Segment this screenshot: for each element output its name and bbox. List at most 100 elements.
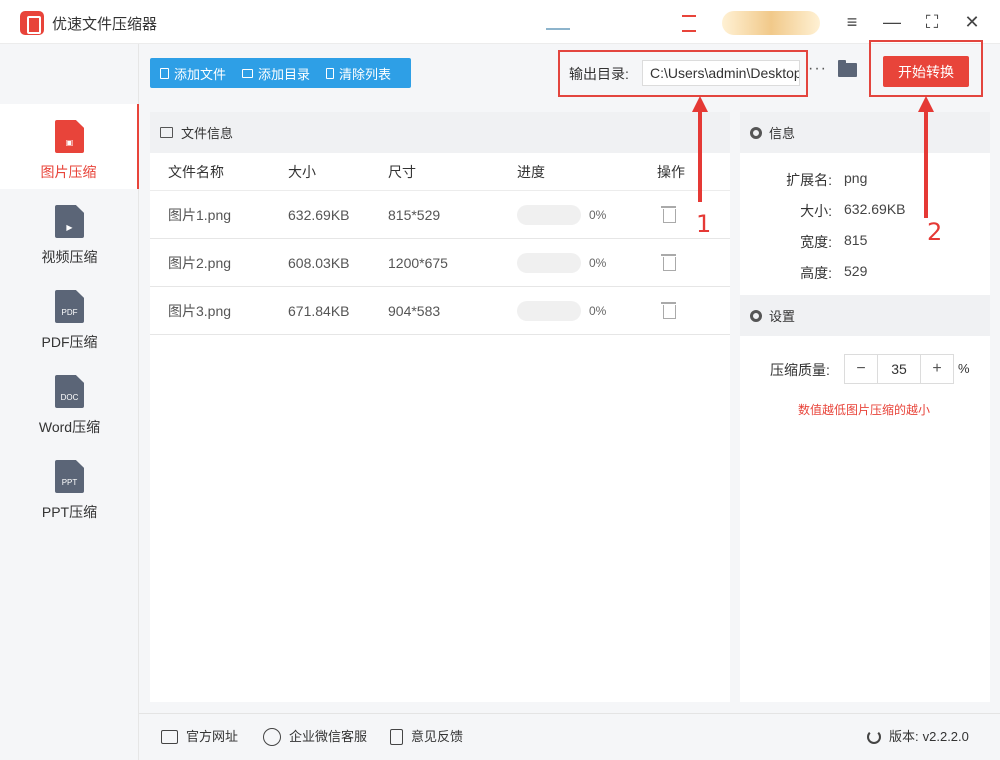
file-size: 632.69KB bbox=[288, 207, 350, 223]
delete-icon[interactable] bbox=[661, 302, 676, 319]
progress-percent: 0% bbox=[589, 304, 607, 318]
sidebar-item-label: 图片压缩 bbox=[40, 164, 97, 180]
file-size: 608.03KB bbox=[288, 255, 350, 271]
vip-banner[interactable] bbox=[722, 11, 820, 35]
decoration-line bbox=[546, 28, 570, 30]
column-header: 大小 bbox=[288, 164, 316, 180]
maximize-icon[interactable]: ⛶ bbox=[920, 10, 944, 34]
sidebar-item-word[interactable]: DOC Word压缩 bbox=[0, 359, 139, 444]
start-button-highlight: 开始转换 bbox=[869, 40, 983, 97]
refresh-icon bbox=[867, 730, 881, 744]
website-label: 官方网址 bbox=[186, 729, 239, 744]
quality-input[interactable]: 35 bbox=[877, 355, 921, 383]
folder-outline-icon bbox=[242, 68, 254, 78]
clear-list-button[interactable]: 清除列表 bbox=[326, 64, 391, 83]
app-logo-icon bbox=[20, 11, 44, 35]
gear-icon bbox=[750, 126, 762, 139]
feedback-link[interactable]: 意见反馈 bbox=[390, 714, 463, 760]
delete-icon[interactable] bbox=[661, 206, 676, 223]
output-directory-label: 输出目录: bbox=[569, 66, 629, 82]
output-directory-field[interactable]: C:\Users\admin\Desktop bbox=[642, 60, 800, 86]
sidebar-item-ppt[interactable]: PPT PPT压缩 bbox=[0, 444, 139, 529]
file-size: 671.84KB bbox=[288, 303, 350, 319]
sidebar: ▣ 图片压缩 ▶ 视频压缩 PDF PDF压缩 DOC Word压缩 PPT P… bbox=[0, 44, 139, 760]
settings-header: 设置 bbox=[740, 295, 990, 336]
progress-percent: 0% bbox=[589, 256, 607, 270]
progress-bar bbox=[517, 253, 581, 273]
info-value: png bbox=[844, 170, 868, 186]
add-file-button[interactable]: 添加文件 bbox=[160, 64, 226, 83]
version-label: 版本: bbox=[889, 729, 919, 744]
file-icon bbox=[160, 67, 169, 79]
table-row[interactable]: 图片3.png 671.84KB 904*583 0% bbox=[150, 287, 730, 335]
info-value: 529 bbox=[844, 263, 868, 279]
add-folder-label: 添加目录 bbox=[258, 66, 311, 82]
info-key: 宽度: bbox=[800, 234, 832, 250]
gear-icon bbox=[750, 309, 762, 322]
start-convert-button[interactable]: 开始转换 bbox=[883, 56, 969, 87]
folder-icon[interactable] bbox=[838, 60, 857, 77]
info-panel-title: 信息 bbox=[769, 126, 796, 141]
delete-icon[interactable] bbox=[661, 254, 676, 271]
decrement-button[interactable]: − bbox=[845, 355, 877, 383]
info-key: 大小: bbox=[800, 203, 832, 219]
clear-list-label: 清除列表 bbox=[339, 66, 392, 82]
file-name: 图片1.png bbox=[168, 207, 232, 223]
file-dimensions: 815*529 bbox=[388, 207, 441, 223]
footer: 官方网址 企业微信客服 意见反馈 版本: v2.2.2.0 bbox=[139, 713, 1000, 760]
increment-button[interactable]: + bbox=[921, 355, 953, 383]
file-name: 图片3.png bbox=[168, 303, 232, 319]
wechat-support-link[interactable]: 企业微信客服 bbox=[263, 714, 367, 760]
info-value: 632.69KB bbox=[844, 201, 906, 217]
column-header: 尺寸 bbox=[388, 164, 416, 180]
info-panel: 信息 扩展名: png 大小: 632.69KB 宽度: 815 高度: 529… bbox=[740, 112, 990, 702]
table-row[interactable]: 图片1.png 632.69KB 815*529 0% bbox=[150, 191, 730, 239]
sidebar-item-label: Word压缩 bbox=[38, 419, 101, 435]
info-panel-header: 信息 bbox=[740, 112, 990, 153]
file-panel-header: 文件信息 bbox=[150, 112, 730, 153]
annotation-arrow-1 bbox=[692, 96, 708, 202]
file-toolbar: 添加文件 添加目录 清除列表 bbox=[150, 58, 411, 88]
quality-stepper: − 35 + bbox=[844, 354, 954, 384]
app-title: 优速文件压缩器 bbox=[52, 16, 158, 33]
file-name: 图片2.png bbox=[168, 255, 232, 271]
version-number: v2.2.2.0 bbox=[922, 729, 969, 744]
table-row[interactable]: 图片2.png 608.03KB 1200*675 0% bbox=[150, 239, 730, 287]
sidebar-item-label: PPT压缩 bbox=[41, 504, 98, 520]
file-dimensions: 904*583 bbox=[388, 303, 441, 319]
progress-bar bbox=[517, 205, 581, 225]
annotation-arrow-2 bbox=[918, 96, 934, 218]
decoration-line bbox=[682, 30, 696, 32]
close-icon[interactable]: ✕ bbox=[960, 10, 984, 34]
sidebar-item-video[interactable]: ▶ 视频压缩 bbox=[0, 189, 139, 274]
progress-percent: 0% bbox=[589, 208, 607, 222]
sidebar-item-image[interactable]: ▣ 图片压缩 bbox=[0, 104, 139, 189]
add-folder-button[interactable]: 添加目录 bbox=[242, 64, 310, 83]
more-icon[interactable]: ··· bbox=[808, 60, 827, 78]
version-info[interactable]: 版本: v2.2.2.0 bbox=[867, 714, 969, 760]
file-panel-title: 文件信息 bbox=[181, 126, 234, 141]
file-dimensions: 1200*675 bbox=[388, 255, 448, 271]
wechat-label: 企业微信客服 bbox=[289, 729, 368, 744]
pdf-doc-icon: PDF bbox=[55, 290, 84, 323]
image-doc-icon: ▣ bbox=[55, 120, 84, 153]
output-directory-highlight: 输出目录: C:\Users\admin\Desktop bbox=[558, 50, 808, 97]
wechat-icon bbox=[263, 728, 281, 746]
sidebar-item-pdf[interactable]: PDF PDF压缩 bbox=[0, 274, 139, 359]
info-key: 高度: bbox=[800, 265, 832, 281]
word-doc-icon: DOC bbox=[55, 375, 84, 408]
percent-sign: % bbox=[958, 361, 970, 376]
website-link[interactable]: 官方网址 bbox=[161, 714, 238, 760]
table-header: 文件名称 大小 尺寸 进度 操作 bbox=[150, 153, 730, 191]
decoration-line bbox=[682, 15, 696, 17]
image-icon bbox=[160, 127, 173, 138]
feedback-label: 意见反馈 bbox=[411, 729, 464, 744]
website-icon bbox=[161, 730, 178, 744]
minimize-icon[interactable]: — bbox=[880, 10, 904, 34]
quality-hint: 数值越低图片压缩的越小 bbox=[798, 403, 931, 417]
add-file-label: 添加文件 bbox=[174, 66, 227, 82]
column-header: 文件名称 bbox=[168, 164, 224, 180]
menu-icon[interactable]: ≡ bbox=[840, 10, 864, 34]
sidebar-item-label: PDF压缩 bbox=[41, 334, 98, 350]
trash-icon bbox=[326, 67, 335, 79]
